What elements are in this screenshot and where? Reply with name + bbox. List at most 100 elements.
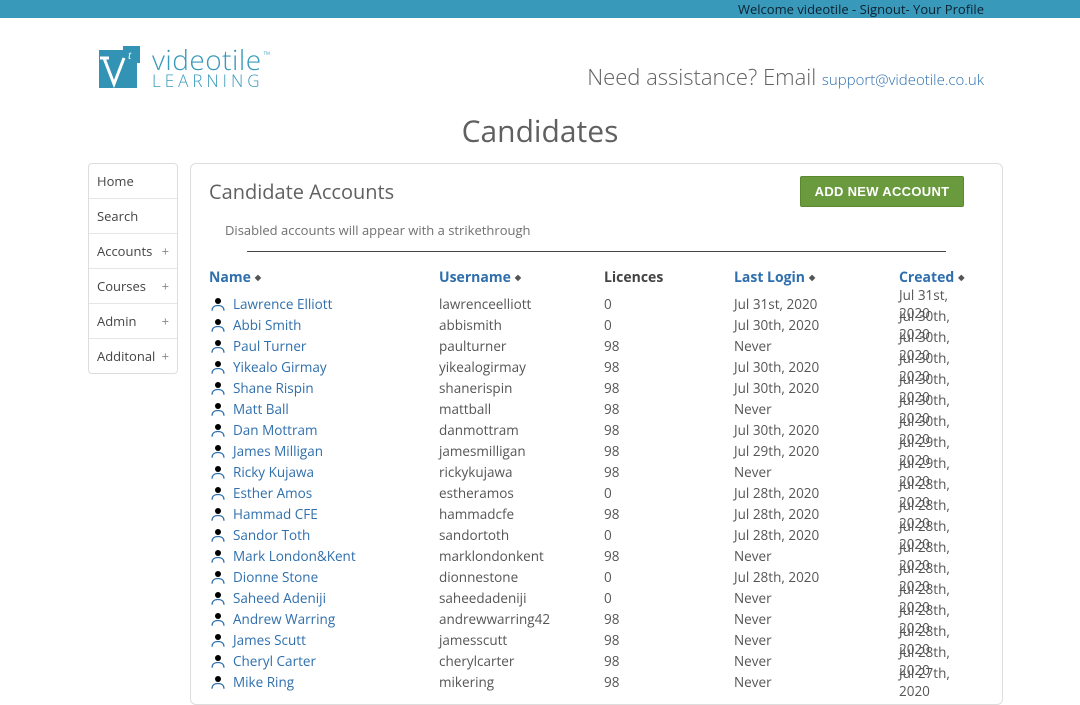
cell-licences: 98	[604, 652, 734, 670]
person-icon	[209, 316, 227, 334]
cell-username: mattball	[439, 400, 604, 418]
cell-name: James Milligan	[209, 442, 439, 460]
person-icon	[209, 400, 227, 418]
candidate-name-link[interactable]: Hammad CFE	[233, 505, 318, 523]
table-row: Andrew Warringandrewwarring4298NeverJul …	[209, 608, 964, 629]
candidate-name-link[interactable]: Mike Ring	[233, 673, 294, 691]
cell-last-login: Never	[734, 673, 899, 691]
cell-last-login: Jul 30th, 2020	[734, 316, 899, 334]
sidebar-item-label: Home	[97, 172, 134, 190]
signout-link[interactable]: Signout	[860, 0, 906, 18]
cell-licences: 98	[604, 379, 734, 397]
sidebar-item-label: Admin	[97, 312, 136, 330]
your-profile-link[interactable]: Your Profile	[913, 0, 984, 18]
sidebar-item-admin[interactable]: Admin+	[89, 304, 177, 339]
candidate-name-link[interactable]: Ricky Kujawa	[233, 463, 314, 481]
cell-last-login: Jul 30th, 2020	[734, 421, 899, 439]
table-row: Dan Mottramdanmottram98Jul 30th, 2020Jul…	[209, 419, 964, 440]
cell-name: Shane Rispin	[209, 379, 439, 397]
table-row: Esther Amosestheramos0Jul 28th, 2020Jul …	[209, 482, 964, 503]
expand-icon: +	[162, 277, 169, 295]
cell-username: hammadcfe	[439, 505, 604, 523]
add-new-account-button[interactable]: ADD NEW ACCOUNT	[800, 176, 965, 207]
cell-name: Lawrence Elliott	[209, 295, 439, 313]
cell-username: abbismith	[439, 316, 604, 334]
logo[interactable]: t videotile™ LEARNING	[96, 44, 269, 92]
cell-name: Sandor Toth	[209, 526, 439, 544]
cell-last-login: Never	[734, 337, 899, 355]
logo-mark-icon: t	[96, 44, 144, 92]
main-panel: Candidate Accounts ADD NEW ACCOUNT Disab…	[190, 163, 1003, 705]
support-email-link[interactable]: support@videotile.co.uk	[822, 70, 984, 90]
candidate-name-link[interactable]: Matt Ball	[233, 400, 289, 418]
cell-name: Hammad CFE	[209, 505, 439, 523]
cell-last-login: Never	[734, 463, 899, 481]
sort-icon: ◆	[809, 272, 815, 283]
candidate-name-link[interactable]: Sandor Toth	[233, 526, 310, 544]
sidebar-item-home[interactable]: Home	[89, 164, 177, 199]
candidate-name-link[interactable]: James Milligan	[233, 442, 323, 460]
col-header-name-label: Name	[209, 268, 251, 287]
col-header-name[interactable]: Name ◆	[209, 268, 439, 287]
cell-username: marklondonkent	[439, 547, 604, 565]
table-row: James Milliganjamesmilligan98Jul 29th, 2…	[209, 440, 964, 461]
person-icon	[209, 358, 227, 376]
col-header-username[interactable]: Username ◆	[439, 268, 604, 287]
person-icon	[209, 295, 227, 313]
candidate-name-link[interactable]: Saheed Adeniji	[233, 589, 326, 607]
candidate-name-link[interactable]: Cheryl Carter	[233, 652, 316, 670]
candidate-name-link[interactable]: Yikealo Girmay	[233, 358, 327, 376]
cell-last-login: Never	[734, 631, 899, 649]
brand-tm: ™	[264, 48, 271, 61]
cell-licences: 98	[604, 673, 734, 691]
table-row: Saheed Adenijisaheedadeniji0NeverJul 28t…	[209, 587, 964, 608]
cell-username: rickykujawa	[439, 463, 604, 481]
cell-licences: 98	[604, 442, 734, 460]
cell-name: Dionne Stone	[209, 568, 439, 586]
cell-username: mikering	[439, 673, 604, 691]
person-icon	[209, 526, 227, 544]
sort-icon: ◆	[515, 272, 521, 283]
sort-icon: ◆	[255, 272, 261, 283]
candidate-name-link[interactable]: Andrew Warring	[233, 610, 335, 628]
cell-username: jamesmilligan	[439, 442, 604, 460]
cell-last-login: Never	[734, 589, 899, 607]
sidebar-item-courses[interactable]: Courses +	[89, 269, 177, 304]
candidate-name-link[interactable]: Mark London&Kent	[233, 547, 356, 565]
sidebar-item-accounts[interactable]: Accounts+	[89, 234, 177, 269]
cell-name: Paul Turner	[209, 337, 439, 355]
sidebar-item-label: Courses	[97, 277, 146, 295]
expand-icon: +	[162, 347, 169, 365]
candidate-name-link[interactable]: Shane Rispin	[233, 379, 314, 397]
panel-title: Candidate Accounts	[209, 178, 394, 205]
col-header-created[interactable]: Created ◆	[899, 268, 964, 287]
table-row: Mike Ringmikering98NeverJul 27th, 2020	[209, 671, 964, 692]
sort-icon: ◆	[958, 272, 964, 283]
col-header-last-login[interactable]: Last Login ◆	[734, 268, 899, 287]
cell-licences: 98	[604, 610, 734, 628]
cell-name: Cheryl Carter	[209, 652, 439, 670]
col-header-last-login-label: Last Login	[734, 268, 805, 287]
candidate-name-link[interactable]: Lawrence Elliott	[233, 295, 332, 313]
cell-name: Mike Ring	[209, 673, 439, 691]
candidate-name-link[interactable]: Paul Turner	[233, 337, 306, 355]
candidate-name-link[interactable]: Dan Mottram	[233, 421, 318, 439]
page-title: Candidates	[0, 110, 1080, 151]
sidebar-item-search[interactable]: Search	[89, 199, 177, 234]
candidate-name-link[interactable]: James Scutt	[233, 631, 306, 649]
welcome-prefix: Welcome	[738, 0, 797, 18]
candidate-name-link[interactable]: Esther Amos	[233, 484, 312, 502]
cell-name: Ricky Kujawa	[209, 463, 439, 481]
person-icon	[209, 589, 227, 607]
cell-name: Dan Mottram	[209, 421, 439, 439]
sidebar-item-additonal[interactable]: Additonal+	[89, 339, 177, 373]
candidate-name-link[interactable]: Abbi Smith	[233, 316, 301, 334]
cell-name: James Scutt	[209, 631, 439, 649]
cell-username: andrewwarring42	[439, 610, 604, 628]
header: t videotile™ LEARNING Need assistance? E…	[0, 18, 1080, 92]
cell-licences: 0	[604, 589, 734, 607]
cell-last-login: Never	[734, 652, 899, 670]
cell-last-login: Jul 28th, 2020	[734, 568, 899, 586]
panel-note: Disabled accounts will appear with a str…	[209, 221, 964, 239]
candidate-name-link[interactable]: Dionne Stone	[233, 568, 318, 586]
